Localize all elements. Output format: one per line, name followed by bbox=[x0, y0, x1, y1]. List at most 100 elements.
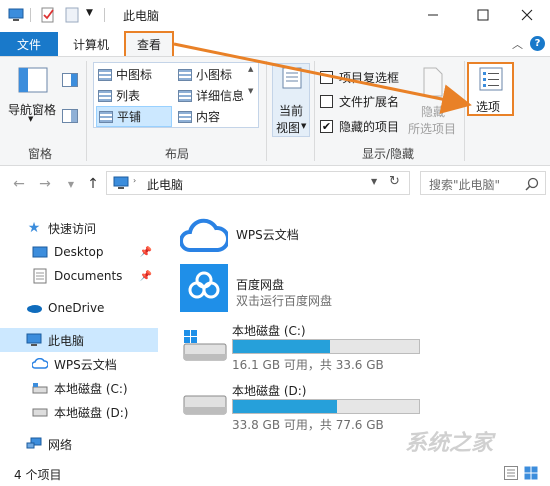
content-area: WPS云文档 百度网盘 双击运行百度网盘 本地磁盘 (C:) 16.1 GB 可… bbox=[170, 210, 550, 460]
group-label-layout: 布局 bbox=[165, 147, 190, 161]
layout-content[interactable]: 内容 bbox=[178, 106, 220, 127]
small-icons-icon bbox=[178, 68, 192, 81]
layout-list[interactable]: 列表 bbox=[98, 85, 140, 106]
drive-icon bbox=[183, 395, 227, 415]
ribbon-tabs: 文件 计算机 查看 ︿ ? bbox=[0, 30, 550, 58]
tile-baidu-netdisk[interactable]: 百度网盘 双击运行百度网盘 bbox=[176, 262, 466, 312]
navigation-pane-icon bbox=[18, 67, 48, 93]
collapse-ribbon-icon[interactable]: ︿ bbox=[512, 36, 523, 52]
nav-item-documents[interactable]: Documents 📌 bbox=[0, 264, 158, 288]
nav-item-this-pc[interactable]: 此电脑 bbox=[0, 328, 158, 352]
tile-drive-c[interactable]: 本地磁盘 (C:) 16.1 GB 可用，共 33.6 GB bbox=[176, 320, 476, 372]
item-count: 4 个项目 bbox=[14, 468, 62, 482]
gallery-scroll-up-icon[interactable]: ▲ bbox=[248, 65, 253, 73]
details-view-icon[interactable] bbox=[504, 466, 518, 483]
system-drive-icon bbox=[32, 380, 48, 396]
group-label-show-hide: 显示/隐藏 bbox=[362, 147, 415, 161]
close-button[interactable] bbox=[504, 0, 550, 30]
forward-arrow-icon[interactable]: → bbox=[36, 175, 54, 193]
drive-d-usage-fill bbox=[233, 400, 338, 413]
gallery-scroll-down-icon[interactable]: ▼ bbox=[248, 87, 253, 95]
list-icon bbox=[98, 89, 112, 102]
star-icon: ★ bbox=[27, 220, 41, 236]
wps-cloud-icon bbox=[180, 218, 228, 252]
minimize-icon bbox=[428, 14, 438, 16]
window-title: 此电脑 bbox=[123, 9, 160, 23]
nav-item-drive-d[interactable]: 本地磁盘 (D:) bbox=[0, 400, 158, 424]
properties-icon[interactable] bbox=[40, 7, 56, 23]
computer-icon bbox=[26, 332, 42, 348]
up-arrow-icon[interactable]: ↑ bbox=[84, 175, 102, 193]
options-icon bbox=[479, 67, 503, 91]
wps-cloud-icon bbox=[32, 356, 48, 372]
chevron-right-icon: › bbox=[133, 176, 137, 185]
layout-medium-icons[interactable]: 中图标 bbox=[98, 64, 152, 85]
current-view-button[interactable]: 当前 视图 ▼ bbox=[272, 63, 310, 137]
chevron-down-icon: ▼ bbox=[28, 115, 34, 123]
hidden-items-checkbox[interactable]: ✔ bbox=[320, 119, 333, 133]
status-bar: 4 个项目 bbox=[0, 460, 550, 486]
drive-icon bbox=[32, 404, 48, 420]
nav-item-quick-access[interactable]: ★ 快速访问 bbox=[0, 216, 158, 240]
nav-item-wps-cloud[interactable]: WPS云文档 bbox=[0, 352, 158, 376]
hide-selected-icon bbox=[423, 67, 443, 97]
search-box[interactable]: 搜索"此电脑" bbox=[420, 171, 546, 195]
hidden-items-option[interactable]: ✔ 隐藏的项目 bbox=[320, 118, 399, 134]
item-checkboxes-checkbox[interactable] bbox=[320, 70, 333, 84]
layout-small-icons[interactable]: 小图标 bbox=[178, 64, 232, 85]
options-button[interactable]: 选项 bbox=[467, 62, 514, 116]
tab-file[interactable]: 文件 bbox=[0, 32, 58, 56]
computer-icon[interactable] bbox=[8, 7, 24, 23]
content-icon bbox=[178, 110, 192, 123]
search-input[interactable]: 搜索"此电脑" bbox=[429, 176, 500, 193]
hide-selected-items-button[interactable]: 隐藏 所选项目 bbox=[406, 65, 462, 137]
maximize-icon bbox=[477, 9, 489, 21]
tile-wps-cloud[interactable]: WPS云文档 bbox=[176, 214, 466, 258]
maximize-button[interactable] bbox=[460, 0, 506, 30]
tiles-icon bbox=[99, 110, 113, 123]
layout-tiles[interactable]: 平铺 bbox=[96, 106, 172, 127]
minimize-button[interactable] bbox=[410, 0, 456, 30]
network-icon bbox=[26, 436, 42, 452]
address-row: ← → ▼ ↑ › 此电脑 ▼ ↻ 搜索"此电脑" bbox=[0, 166, 550, 202]
nav-item-onedrive[interactable]: OneDrive bbox=[0, 296, 158, 320]
chevron-down-icon: ▼ bbox=[301, 122, 307, 130]
details-pane-icon[interactable] bbox=[62, 109, 78, 126]
medium-icons-icon bbox=[98, 68, 112, 81]
nav-item-desktop[interactable]: Desktop 📌 bbox=[0, 240, 158, 264]
title-bar: ▼ 此电脑 bbox=[0, 0, 550, 30]
navigation-pane: ★ 快速访问 Desktop 📌 Documents 📌 OneDrive 此电脑… bbox=[0, 210, 160, 460]
nav-item-network[interactable]: 网络 bbox=[0, 432, 158, 456]
layout-details[interactable]: 详细信息 bbox=[178, 85, 244, 106]
ribbon: 导航窗格 ▼ 窗格 中图标 小图标 列表 详细信息 平铺 内容 ▲ ▼ 布局 当… bbox=[0, 56, 550, 166]
file-extensions-checkbox[interactable] bbox=[320, 94, 333, 108]
current-view-icon bbox=[282, 67, 302, 89]
close-icon bbox=[521, 9, 533, 21]
item-checkboxes-option[interactable]: 项目复选框 bbox=[320, 69, 399, 85]
address-path: 此电脑 bbox=[147, 178, 184, 192]
address-dropdown-icon[interactable]: ▼ bbox=[371, 177, 377, 186]
new-folder-icon[interactable] bbox=[64, 7, 80, 23]
qat-dropdown-icon[interactable]: ▼ bbox=[86, 8, 93, 18]
pin-icon: 📌 bbox=[139, 270, 152, 282]
pin-icon: 📌 bbox=[139, 246, 152, 258]
tab-view[interactable]: 查看 bbox=[124, 31, 174, 58]
drive-c-usage-bar bbox=[232, 339, 420, 354]
group-label-pane: 窗格 bbox=[28, 147, 53, 161]
recent-locations-icon[interactable]: ▼ bbox=[62, 175, 80, 193]
nav-item-drive-c[interactable]: 本地磁盘 (C:) bbox=[0, 376, 158, 400]
back-arrow-icon[interactable]: ← bbox=[10, 175, 28, 193]
details-icon bbox=[178, 89, 192, 102]
preview-pane-icon[interactable] bbox=[62, 73, 78, 90]
navigation-pane-button[interactable]: 导航窗格 ▼ bbox=[8, 63, 58, 125]
tab-computer[interactable]: 计算机 bbox=[66, 32, 116, 56]
tile-drive-d[interactable]: 本地磁盘 (D:) 33.8 GB 可用，共 77.6 GB bbox=[176, 380, 476, 432]
layout-gallery: 中图标 小图标 列表 详细信息 平铺 内容 bbox=[93, 62, 259, 128]
desktop-icon bbox=[32, 244, 48, 260]
refresh-icon[interactable]: ↻ bbox=[389, 174, 400, 189]
file-extensions-option[interactable]: 文件扩展名 bbox=[320, 93, 399, 109]
large-icons-view-icon[interactable] bbox=[524, 466, 538, 483]
drive-c-usage-fill bbox=[233, 340, 330, 353]
address-bar[interactable]: › 此电脑 ▼ ↻ bbox=[106, 171, 410, 195]
help-icon[interactable]: ? bbox=[530, 36, 545, 51]
